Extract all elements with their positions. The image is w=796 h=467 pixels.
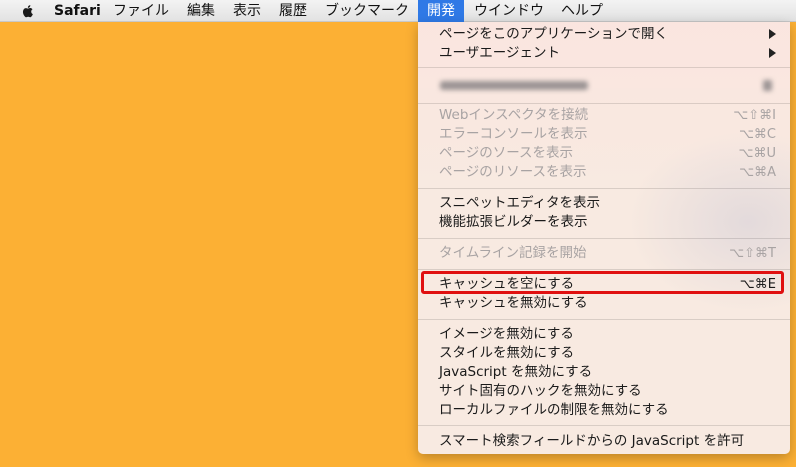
menu-item-disable-local-file-restrictions[interactable]: ローカルファイルの制限を無効にする	[418, 401, 790, 420]
blurred-device-item	[418, 73, 790, 99]
menu-item-label: 機能拡張ビルダーを表示	[439, 214, 588, 230]
menu-item-shortcut: ⌥⌘A	[739, 165, 776, 180]
menu-item-shortcut: ⌥⇧⌘T	[729, 246, 776, 261]
menubar-edit[interactable]: 編集	[187, 0, 215, 22]
menu-separator	[418, 188, 790, 189]
menu-item-label: ローカルファイルの制限を無効にする	[439, 402, 669, 418]
menu-item-show-error-console: エラーコンソールを表示 ⌥⌘C	[418, 125, 790, 144]
menu-item-disable-javascript[interactable]: JavaScript を無効にする	[418, 363, 790, 382]
menubar-help[interactable]: ヘルプ	[561, 0, 603, 22]
menu-item-show-page-resources: ページのリソースを表示 ⌥⌘A	[418, 163, 790, 182]
menu-item-disable-styles[interactable]: スタイルを無効にする	[418, 344, 790, 363]
develop-menu: ページをこのアプリケーションで開く ユーザエージェント Webインスペクタを接続…	[418, 22, 790, 454]
menu-item-label: キャッシュを空にする	[439, 276, 575, 292]
menu-item-connect-web-inspector: Webインスペクタを接続 ⌥⇧⌘I	[418, 106, 790, 125]
menu-item-allow-javascript-from-smart-search[interactable]: スマート検索フィールドからの JavaScript を許可	[418, 432, 790, 451]
menu-bar: Safari ファイル 編集 表示 履歴 ブックマーク 開発 ウインドウ ヘルプ	[0, 0, 796, 22]
menu-item-shortcut: ⌥⌘C	[738, 127, 776, 142]
menu-item-label: エラーコンソールを表示	[439, 126, 588, 142]
menubar-safari[interactable]: Safari	[54, 0, 101, 22]
menu-item-label: スニペットエディタを表示	[439, 195, 601, 211]
menu-separator	[418, 103, 790, 104]
menubar-history[interactable]: 履歴	[279, 0, 307, 22]
menu-item-user-agent[interactable]: ユーザエージェント	[418, 44, 790, 63]
menubar-view[interactable]: 表示	[233, 0, 261, 22]
menu-item-start-timeline-recording: タイムライン記録を開始 ⌥⇧⌘T	[418, 244, 790, 263]
menubar-bookmarks[interactable]: ブックマーク	[325, 0, 409, 22]
menu-separator	[418, 319, 790, 320]
menu-item-disable-site-specific-hacks[interactable]: サイト固有のハックを無効にする	[418, 382, 790, 401]
menu-item-shortcut: ⌥⌘U	[738, 146, 777, 161]
menu-item-label: ユーザエージェント	[439, 45, 560, 61]
menu-item-label: Webインスペクタを接続	[439, 107, 589, 123]
menu-item-disable-images[interactable]: イメージを無効にする	[418, 325, 790, 344]
menu-item-show-snippet-editor[interactable]: スニペットエディタを表示	[418, 194, 790, 213]
menu-item-label: ページをこのアプリケーションで開く	[439, 26, 668, 42]
menu-item-shortcut: ⌥⌘E	[739, 277, 776, 292]
menubar-file[interactable]: ファイル	[113, 0, 169, 22]
menu-item-empty-caches[interactable]: キャッシュを空にする ⌥⌘E	[418, 275, 790, 294]
menu-item-disable-caches[interactable]: キャッシュを無効にする	[418, 294, 790, 313]
submenu-arrow-icon	[769, 48, 776, 58]
menu-item-label: スマート検索フィールドからの JavaScript を許可	[439, 433, 745, 449]
menu-item-label: ページのリソースを表示	[439, 164, 587, 180]
menu-item-label: ページのソースを表示	[439, 145, 574, 161]
submenu-arrow-icon	[769, 29, 776, 39]
menu-separator	[418, 238, 790, 239]
apple-logo-icon[interactable]	[20, 3, 36, 19]
menu-item-label: スタイルを無効にする	[439, 345, 575, 361]
menu-item-label: イメージを無効にする	[439, 326, 574, 342]
menu-item-label: タイムライン記録を開始	[439, 245, 587, 261]
menu-item-shortcut: ⌥⇧⌘I	[733, 108, 776, 123]
menu-item-label: サイト固有のハックを無効にする	[439, 383, 642, 399]
menu-item-label: JavaScript を無効にする	[439, 364, 593, 380]
menubar-window[interactable]: ウインドウ	[474, 0, 544, 22]
menu-item-show-extension-builder[interactable]: 機能拡張ビルダーを表示	[418, 213, 790, 232]
menu-item-show-page-source: ページのソースを表示 ⌥⌘U	[418, 144, 790, 163]
menubar-develop[interactable]: 開発	[418, 0, 464, 22]
menu-separator	[418, 269, 790, 270]
menu-item-open-page-with[interactable]: ページをこのアプリケーションで開く	[418, 25, 790, 44]
menu-item-label: キャッシュを無効にする	[439, 295, 588, 311]
menu-separator	[418, 67, 790, 68]
menu-separator	[418, 425, 790, 426]
